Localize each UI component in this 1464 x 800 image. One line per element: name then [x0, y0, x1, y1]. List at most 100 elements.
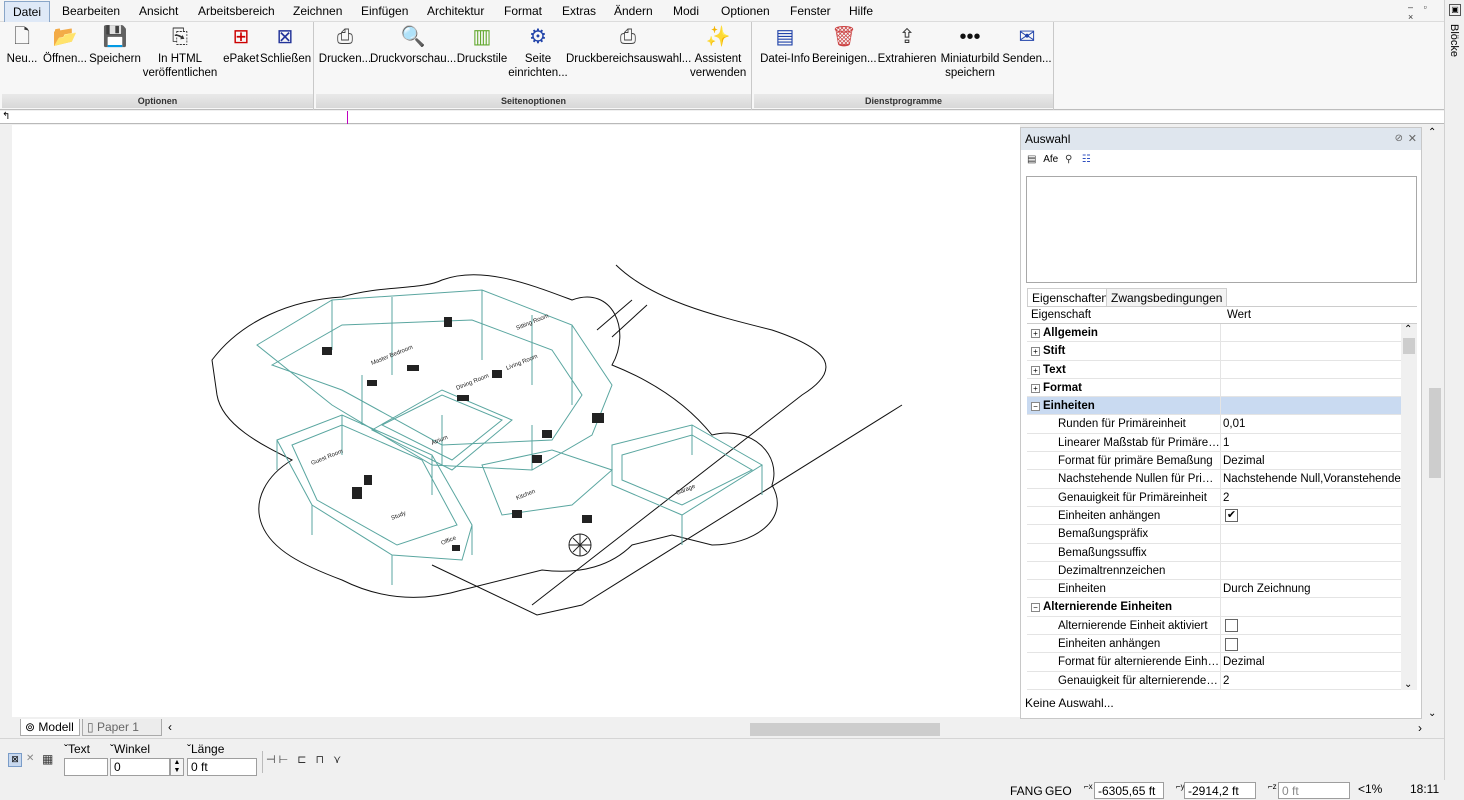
- property-value[interactable]: [1223, 379, 1401, 397]
- ribbon-button-12[interactable]: ▤ Datei-Info: [756, 24, 814, 66]
- y-coordinate[interactable]: -2914,2 ft: [1184, 782, 1256, 799]
- property-value[interactable]: Dezimal: [1223, 452, 1401, 470]
- pin-icon[interactable]: ⊘: [1395, 128, 1403, 150]
- menu-11[interactable]: Optionen: [721, 3, 770, 20]
- property-row[interactable]: Einheiten anhängen ✔: [1027, 506, 1401, 526]
- checkbox[interactable]: [1225, 637, 1238, 651]
- ribbon-button-10[interactable]: ⎙ Druckbereichsauswahl...: [566, 24, 691, 66]
- ribbon-button-1[interactable]: 📂 Öffnen...: [42, 24, 88, 66]
- property-value[interactable]: [1223, 635, 1401, 653]
- ribbon-button-7[interactable]: 🔍 Druckvorschau...: [370, 24, 456, 66]
- property-value[interactable]: [1223, 324, 1401, 342]
- property-value[interactable]: [1223, 562, 1401, 580]
- property-row[interactable]: Einheiten anhängen: [1027, 635, 1401, 654]
- ribbon-button-8[interactable]: ▥ Druckstile: [454, 24, 510, 66]
- canvas-hscrollbar[interactable]: ›: [180, 721, 1424, 737]
- bloecke-icon[interactable]: ▣: [1449, 4, 1461, 16]
- ribbon-button-4[interactable]: ⊞ ePaket: [222, 24, 260, 66]
- laenge-input[interactable]: 0 ft: [187, 758, 257, 776]
- property-value[interactable]: [1223, 598, 1401, 616]
- expand-icon[interactable]: +: [1031, 383, 1040, 393]
- property-row[interactable]: Dezimaltrennzeichen: [1027, 561, 1401, 581]
- property-value[interactable]: Durch Zeichnung: [1223, 580, 1401, 598]
- ribbon-button-9[interactable]: ⚙ Seite einrichten...: [508, 24, 568, 80]
- menu-3[interactable]: Arbeitsbereich: [198, 3, 275, 20]
- property-row[interactable]: Bemaßungssuffix: [1027, 543, 1401, 562]
- property-row[interactable]: Format für primäre Bemaßung Dezimal: [1027, 452, 1401, 471]
- property-row[interactable]: Alternierende Einheit aktiviert: [1027, 616, 1401, 636]
- menu-9[interactable]: Ändern: [614, 3, 653, 20]
- z-coordinate[interactable]: 0 ft: [1278, 782, 1350, 799]
- property-scroll-thumb[interactable]: [1403, 338, 1415, 354]
- snap-toggle-icon[interactable]: ⊠: [8, 753, 22, 767]
- prop-scroll-down-icon[interactable]: ⌄: [1404, 679, 1412, 690]
- tab-paper-1[interactable]: ▯ Paper 1: [82, 719, 162, 736]
- sort-alpha-icon[interactable]: Afe: [1043, 154, 1058, 165]
- property-row[interactable]: + Allgemein: [1027, 324, 1401, 343]
- close-icon[interactable]: ✕: [1408, 128, 1417, 150]
- property-row[interactable]: + Text: [1027, 360, 1401, 379]
- property-value[interactable]: [1223, 361, 1401, 379]
- bloecke-tab[interactable]: Blöcke: [1448, 24, 1460, 57]
- property-row[interactable]: − Einheiten: [1027, 397, 1401, 416]
- fang-toggle[interactable]: FANG: [1010, 784, 1043, 798]
- collapse-icon[interactable]: −: [1031, 402, 1040, 412]
- property-row[interactable]: + Format: [1027, 378, 1401, 398]
- ribbon-button-16[interactable]: ✉ Senden...: [1002, 24, 1052, 66]
- property-value[interactable]: [1223, 544, 1401, 562]
- scroll-down-icon[interactable]: ⌄: [1428, 708, 1436, 719]
- ribbon-button-5[interactable]: ⊠ Schließen: [260, 24, 311, 66]
- menu-13[interactable]: Hilfe: [849, 3, 873, 20]
- winkel-spinner[interactable]: ▲ ▼: [170, 758, 184, 776]
- expand-icon[interactable]: +: [1031, 347, 1040, 357]
- drawing-canvas[interactable]: Atrium Garage Dining Room Living Room Si…: [12, 125, 1020, 717]
- property-value[interactable]: [1223, 617, 1401, 635]
- menu-4[interactable]: Zeichnen: [293, 3, 342, 20]
- cancel-icon[interactable]: ✕: [26, 753, 34, 764]
- property-value[interactable]: [1223, 525, 1401, 543]
- property-scrollbar[interactable]: ⌃ ⌄: [1401, 324, 1417, 690]
- grid-icon[interactable]: ▦: [42, 752, 53, 766]
- collapse-icon[interactable]: −: [1031, 603, 1040, 613]
- categorize-icon[interactable]: ☷: [1082, 154, 1096, 165]
- menu-1[interactable]: Bearbeiten: [62, 3, 120, 20]
- property-row[interactable]: Genauigkeit für alternierende Einheiten2: [1027, 671, 1401, 690]
- x-coordinate[interactable]: -6305,65 ft: [1094, 782, 1164, 799]
- ribbon-button-2[interactable]: 💾 Speichern: [88, 24, 142, 66]
- menu-8[interactable]: Extras: [562, 3, 596, 20]
- property-value[interactable]: Nachstehende Null,Voranstehende Null: [1223, 470, 1401, 488]
- ribbon-button-13[interactable]: 🗑 Bereinigen...: [812, 24, 877, 66]
- ribbon-button-6[interactable]: ⎙ Drucken...: [318, 24, 372, 66]
- property-row[interactable]: Einheiten Durch Zeichnung: [1027, 580, 1401, 599]
- text-input[interactable]: [64, 758, 108, 776]
- property-value[interactable]: 1: [1223, 434, 1401, 452]
- property-value[interactable]: 2: [1223, 672, 1401, 690]
- checkbox[interactable]: ✔: [1225, 509, 1238, 523]
- menu-2[interactable]: Ansicht: [139, 3, 178, 20]
- property-row[interactable]: Linearer Maßstab für Primäreinheit 1: [1027, 433, 1401, 453]
- property-value[interactable]: Dezimal: [1223, 653, 1401, 671]
- property-value[interactable]: 2: [1223, 489, 1401, 507]
- property-row[interactable]: Nachstehende Nullen für PrimäreinheitNac…: [1027, 470, 1401, 489]
- hscroll-right-icon[interactable]: ›: [1418, 721, 1422, 735]
- property-row[interactable]: − Alternierende Einheiten: [1027, 598, 1401, 617]
- property-row[interactable]: Runden für Primäreinheit 0,01: [1027, 415, 1401, 434]
- canvas-vscroll-thumb[interactable]: [1429, 388, 1441, 478]
- expand-icon[interactable]: +: [1031, 365, 1040, 375]
- menu-12[interactable]: Fenster: [790, 3, 831, 20]
- ribbon-button-3[interactable]: ⎘ In HTML veröffentlichen: [140, 24, 220, 80]
- ribbon-button-11[interactable]: ✨ Assistent verwenden: [690, 24, 746, 80]
- property-value[interactable]: 0,01: [1223, 415, 1401, 433]
- property-row[interactable]: Bemaßungspräfix: [1027, 525, 1401, 544]
- canvas-hscroll-thumb[interactable]: [750, 723, 940, 736]
- menu-5[interactable]: Einfügen: [361, 3, 408, 20]
- window-controls[interactable]: – ▫ ×: [1408, 2, 1442, 22]
- winkel-input[interactable]: 0: [110, 758, 170, 776]
- menu-6[interactable]: Architektur: [427, 3, 484, 20]
- checkbox[interactable]: [1225, 619, 1238, 633]
- ribbon-button-15[interactable]: ••• Miniaturbild speichern: [936, 24, 1004, 80]
- property-row[interactable]: + Stift: [1027, 342, 1401, 361]
- property-value[interactable]: [1223, 342, 1401, 360]
- geo-toggle[interactable]: GEO: [1045, 784, 1072, 798]
- tab-eigenschaften[interactable]: Eigenschaften: [1027, 288, 1114, 306]
